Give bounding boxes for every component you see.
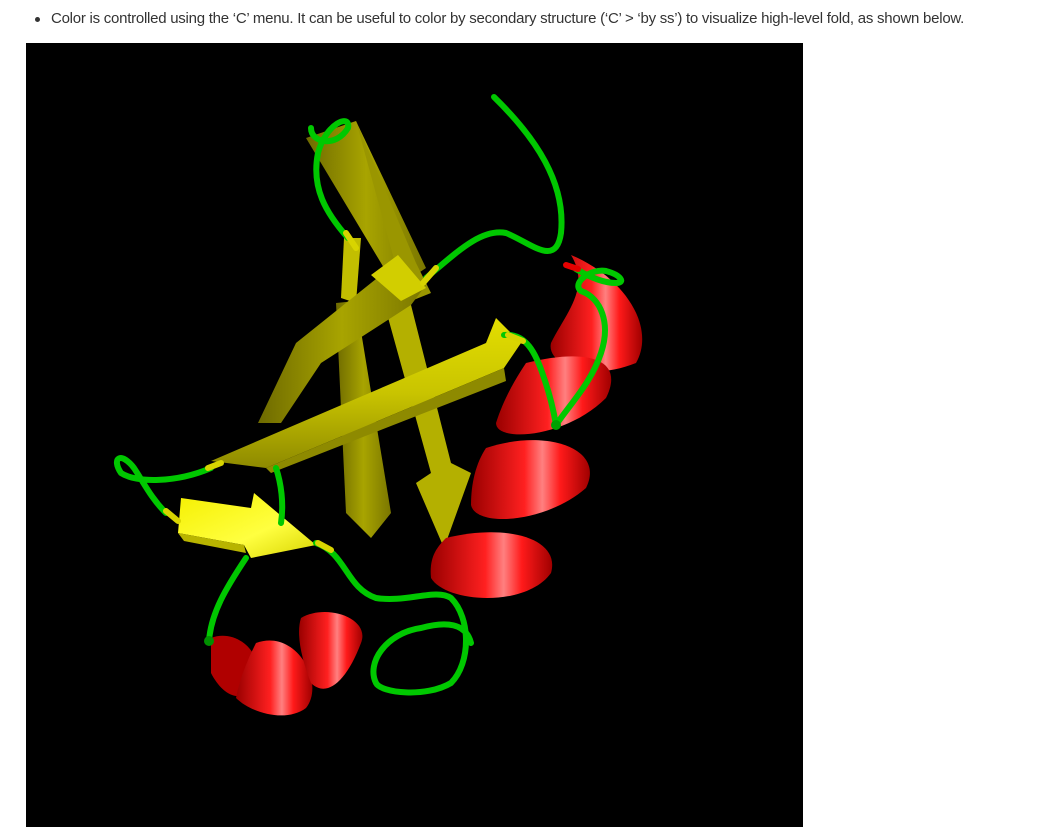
bullet-text: Color is controlled using the ‘C’ menu. …: [51, 10, 965, 27]
protein-cartoon-svg: [113, 94, 643, 716]
bullet-list: Color is controlled using the ‘C’ menu. …: [0, 0, 1043, 29]
sheet-short-strand: [178, 493, 316, 558]
bullet-dot: [35, 17, 40, 22]
helix-bottom: [211, 612, 363, 716]
protein-cartoon-image: [26, 43, 803, 827]
helix-right: [430, 255, 643, 598]
bullet-item: Color is controlled using the ‘C’ menu. …: [0, 0, 1043, 29]
sheet-back-strands: [258, 121, 471, 548]
